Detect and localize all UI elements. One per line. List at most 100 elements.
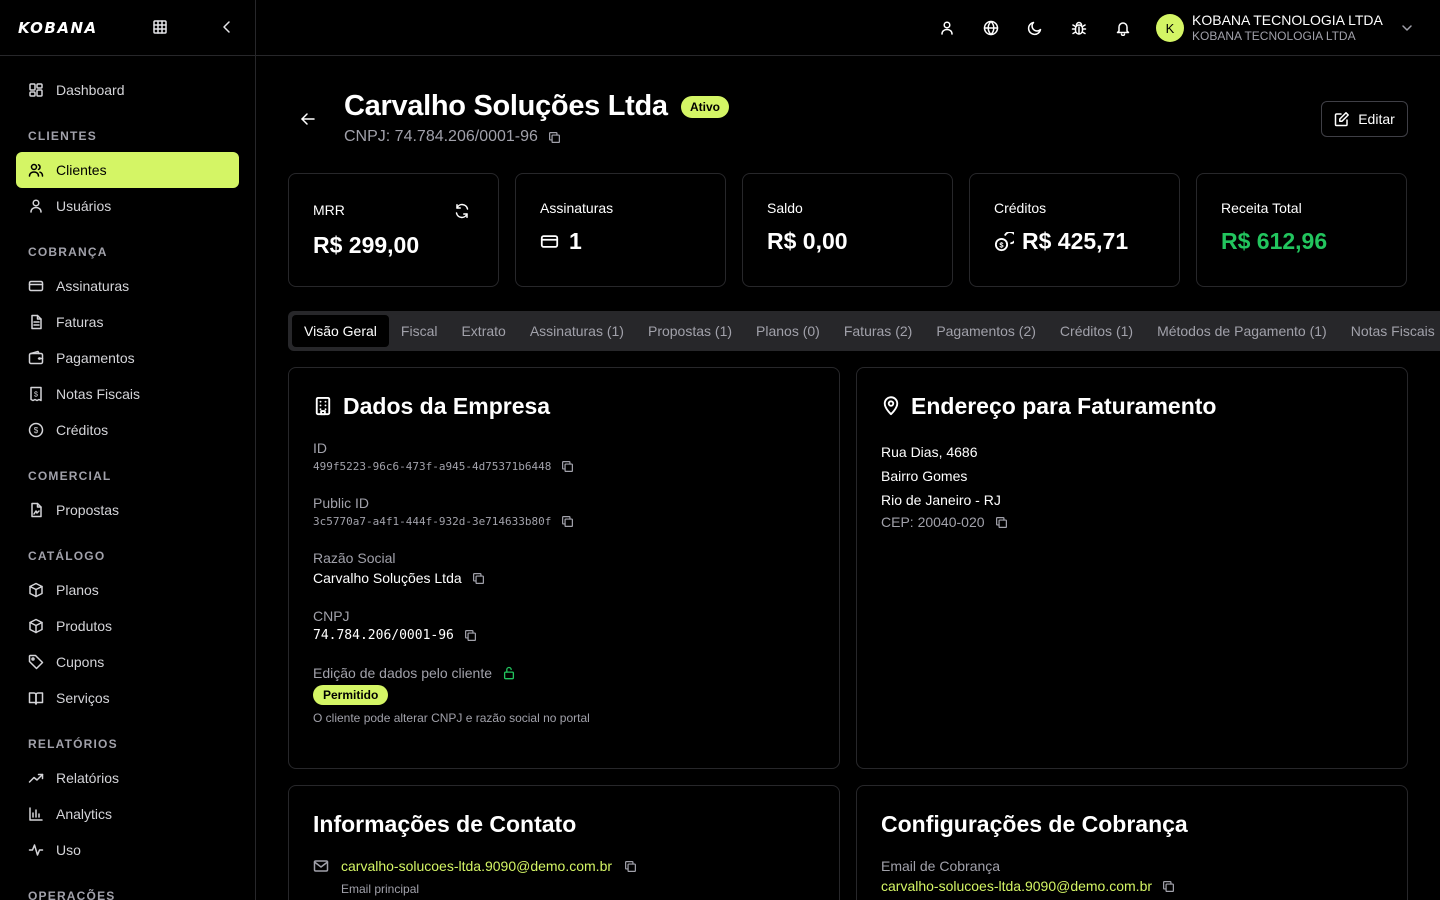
sidebar-item-relatorios[interactable]: Relatórios <box>16 760 239 796</box>
tab-visao-geral[interactable]: Visão Geral <box>292 315 389 347</box>
tabs-bar: Visão Geral Fiscal Extrato Assinaturas (… <box>288 311 1440 351</box>
copy-icon[interactable] <box>624 860 637 873</box>
sidebar-item-faturas[interactable]: Faturas <box>16 304 239 340</box>
tab-pagamentos[interactable]: Pagamentos (2) <box>924 315 1048 347</box>
section-comercial: COMERCIAL <box>28 469 112 483</box>
sidebar-item-label: Notas Fiscais <box>56 386 141 402</box>
sidebar-item-dashboard[interactable]: Dashboard <box>16 72 239 108</box>
sidebar-item-creditos[interactable]: $ Créditos <box>16 412 239 448</box>
globe-icon[interactable] <box>983 20 999 36</box>
tab-planos[interactable]: Planos (0) <box>744 315 832 347</box>
tab-propostas[interactable]: Propostas (1) <box>636 315 744 347</box>
copy-icon[interactable] <box>548 131 561 144</box>
refresh-icon[interactable] <box>454 203 470 219</box>
card-title: Informações de Contato <box>313 810 577 837</box>
address-cep-row: CEP: 20040-020 <box>881 514 1383 530</box>
profile-icon[interactable] <box>939 20 955 36</box>
sidebar-item-label: Faturas <box>56 314 104 330</box>
bug-icon[interactable] <box>1071 20 1087 36</box>
field-value-cnpj: 74.784.206/0001-96 <box>313 628 454 643</box>
sidebar-header: KOBANA <box>0 0 255 56</box>
apps-grid-icon[interactable] <box>152 19 168 35</box>
sidebar-item-label: Assinaturas <box>56 278 130 294</box>
collapse-sidebar-icon[interactable] <box>219 19 235 35</box>
credit-card-icon <box>540 235 559 248</box>
account-switcher[interactable]: K KOBANA TECNOLOGIA LTDA KOBANA TECNOLOG… <box>1156 10 1415 46</box>
stat-label: Saldo <box>767 200 803 216</box>
billing-email-link[interactable]: carvalho-solucoes-ltda.9090@demo.com.br <box>881 878 1152 894</box>
sidebar-item-label: Propostas <box>56 502 120 518</box>
sidebar-item-assinaturas[interactable]: Assinaturas <box>16 268 239 304</box>
svg-text:$: $ <box>34 392 38 399</box>
field-label-cnpj: CNPJ <box>313 608 350 624</box>
header-cnpj: CNPJ: 74.784.206/0001-96 <box>344 128 561 146</box>
sidebar-item-propostas[interactable]: Propostas <box>16 492 239 528</box>
sidebar-item-clientes[interactable]: Clientes <box>16 152 239 188</box>
sidebar-item-planos[interactable]: Planos <box>16 572 239 608</box>
bar-chart-icon <box>29 807 43 821</box>
sidebar-item-servicos[interactable]: Serviços <box>16 680 239 716</box>
card-endereco-faturamento: Endereço para Faturamento Rua Dias, 4686… <box>856 367 1408 769</box>
back-arrow-icon[interactable] <box>300 111 316 127</box>
sidebar-item-label: Dashboard <box>56 82 125 98</box>
stat-value-row: 1 <box>540 228 701 255</box>
field-value-razao-social: Carvalho Soluções Ltda <box>313 570 462 586</box>
stat-label: Assinaturas <box>540 200 614 216</box>
sidebar-item-label: Serviços <box>56 690 110 706</box>
edicao-description: O cliente pode alterar CNPJ e razão soci… <box>313 711 590 725</box>
section-operacoes: OPERAÇÕES <box>28 889 116 900</box>
stat-value-row: $ R$ 425,71 <box>994 228 1155 255</box>
brand-logo[interactable]: KOBANA <box>18 19 98 37</box>
mail-icon <box>313 860 329 872</box>
stat-label: Créditos <box>994 200 1047 216</box>
field-row-edicao: Edição de dados pelo cliente <box>313 665 815 681</box>
copy-icon[interactable] <box>1162 880 1175 893</box>
contact-email-link[interactable]: carvalho-solucoes-ltda.9090@demo.com.br <box>341 858 612 874</box>
tab-notas-fiscais[interactable]: Notas Fiscais <box>1339 315 1440 347</box>
field-label-razao-social: Razão Social <box>313 550 396 566</box>
sidebar-item-notas-fiscais[interactable]: $ Notas Fiscais <box>16 376 239 412</box>
sidebar-item-produtos[interactable]: Produtos <box>16 608 239 644</box>
moon-icon[interactable] <box>1027 20 1043 36</box>
bell-icon[interactable] <box>1115 20 1131 36</box>
chevron-down-icon <box>1399 20 1415 36</box>
stat-value: 1 <box>569 228 582 254</box>
page-header: Carvalho Soluções Ltda Ativo CNPJ: 74.78… <box>288 56 1408 173</box>
billing-email-row: carvalho-solucoes-ltda.9090@demo.com.br <box>881 878 1383 894</box>
box-icon <box>29 618 43 634</box>
copy-icon[interactable] <box>561 460 574 473</box>
section-relatorios: RELATÓRIOS <box>28 737 118 751</box>
account-name: KOBANA TECNOLOGIA LTDA <box>1192 12 1383 28</box>
copy-icon[interactable] <box>464 629 477 642</box>
page-title: Carvalho Soluções Ltda <box>344 90 668 122</box>
tab-metodos-pagamento[interactable]: Métodos de Pagamento (1) <box>1145 315 1339 347</box>
sidebar-item-cupons[interactable]: Cupons <box>16 644 239 680</box>
card-title-text: Endereço para Faturamento <box>911 392 1217 419</box>
edit-button[interactable]: Editar <box>1321 101 1408 137</box>
tab-assinaturas[interactable]: Assinaturas (1) <box>518 315 636 347</box>
sidebar-item-label: Relatórios <box>56 770 120 786</box>
tab-fiscal[interactable]: Fiscal <box>389 315 450 347</box>
copy-icon[interactable] <box>995 516 1008 529</box>
copy-icon[interactable] <box>472 572 485 585</box>
map-pin-icon <box>883 396 899 416</box>
tab-faturas[interactable]: Faturas (2) <box>832 315 924 347</box>
receipt-icon: $ <box>30 386 42 402</box>
tab-extrato[interactable]: Extrato <box>449 315 517 347</box>
contact-email-row: carvalho-solucoes-ltda.9090@demo.com.br <box>313 858 815 874</box>
address-cep: CEP: 20040-020 <box>881 514 985 530</box>
users-icon <box>28 163 44 177</box>
stat-card-creditos: Créditos $ R$ 425,71 <box>969 173 1180 287</box>
sidebar: KOBANA Dashboard CLIENTES Clientes Usuár… <box>0 0 256 900</box>
sidebar-item-label: Cupons <box>56 654 105 670</box>
file-signature-icon <box>31 502 42 518</box>
sidebar-item-pagamentos[interactable]: Pagamentos <box>16 340 239 376</box>
tab-creditos[interactable]: Créditos (1) <box>1048 315 1145 347</box>
section-catalogo: CATÁLOGO <box>28 549 106 563</box>
address-block: Rua Dias, 4686 Bairro Gomes Rio de Janei… <box>881 440 1383 530</box>
sidebar-item-usuarios[interactable]: Usuários <box>16 188 239 224</box>
building-icon <box>315 396 331 416</box>
sidebar-item-analytics[interactable]: Analytics <box>16 796 239 832</box>
copy-icon[interactable] <box>561 515 574 528</box>
sidebar-item-uso[interactable]: Uso <box>16 832 239 868</box>
